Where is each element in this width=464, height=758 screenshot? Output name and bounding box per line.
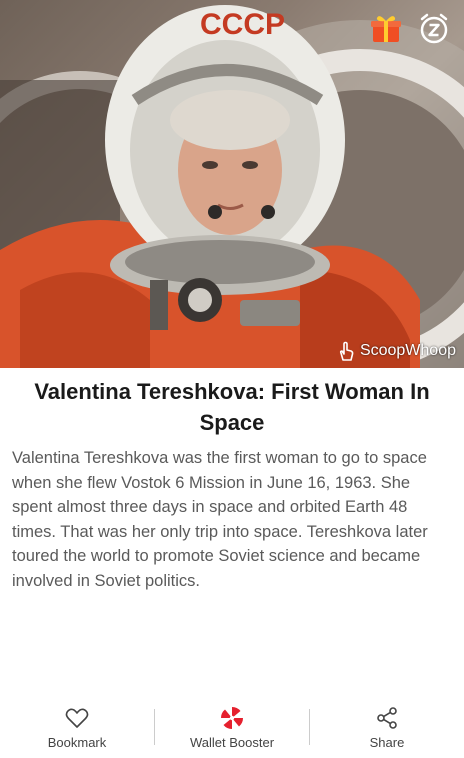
article-hero-image: CCCP ScoopWhoop (0, 0, 464, 368)
wallet-booster-button[interactable]: Wallet Booster (155, 696, 309, 758)
gift-icon[interactable] (368, 10, 404, 46)
bookmark-button[interactable]: Bookmark (0, 696, 154, 758)
cosmonaut-illustration: CCCP (0, 5, 464, 368)
wallet-booster-label: Wallet Booster (189, 734, 275, 750)
pinwheel-icon (219, 705, 245, 731)
share-button[interactable]: Share (310, 696, 464, 758)
share-label: Share (369, 734, 405, 750)
heart-icon (64, 705, 90, 731)
helmet-lettering: CCCP (200, 8, 285, 41)
article-title: Valentina Tereshkova: First Woman In Spa… (34, 379, 430, 435)
article-body: Valentina Tereshkova was the first woman… (12, 449, 428, 590)
watermark: ScoopWhoop (336, 340, 456, 362)
share-icon (374, 705, 400, 731)
tap-hand-icon (339, 341, 354, 361)
watermark-text: ScoopWhoop (359, 342, 456, 359)
bookmark-label: Bookmark (47, 734, 107, 750)
bottom-action-bar: Bookmark Wallet Booster Share (0, 696, 464, 758)
snooze-alarm-icon[interactable] (416, 10, 452, 46)
